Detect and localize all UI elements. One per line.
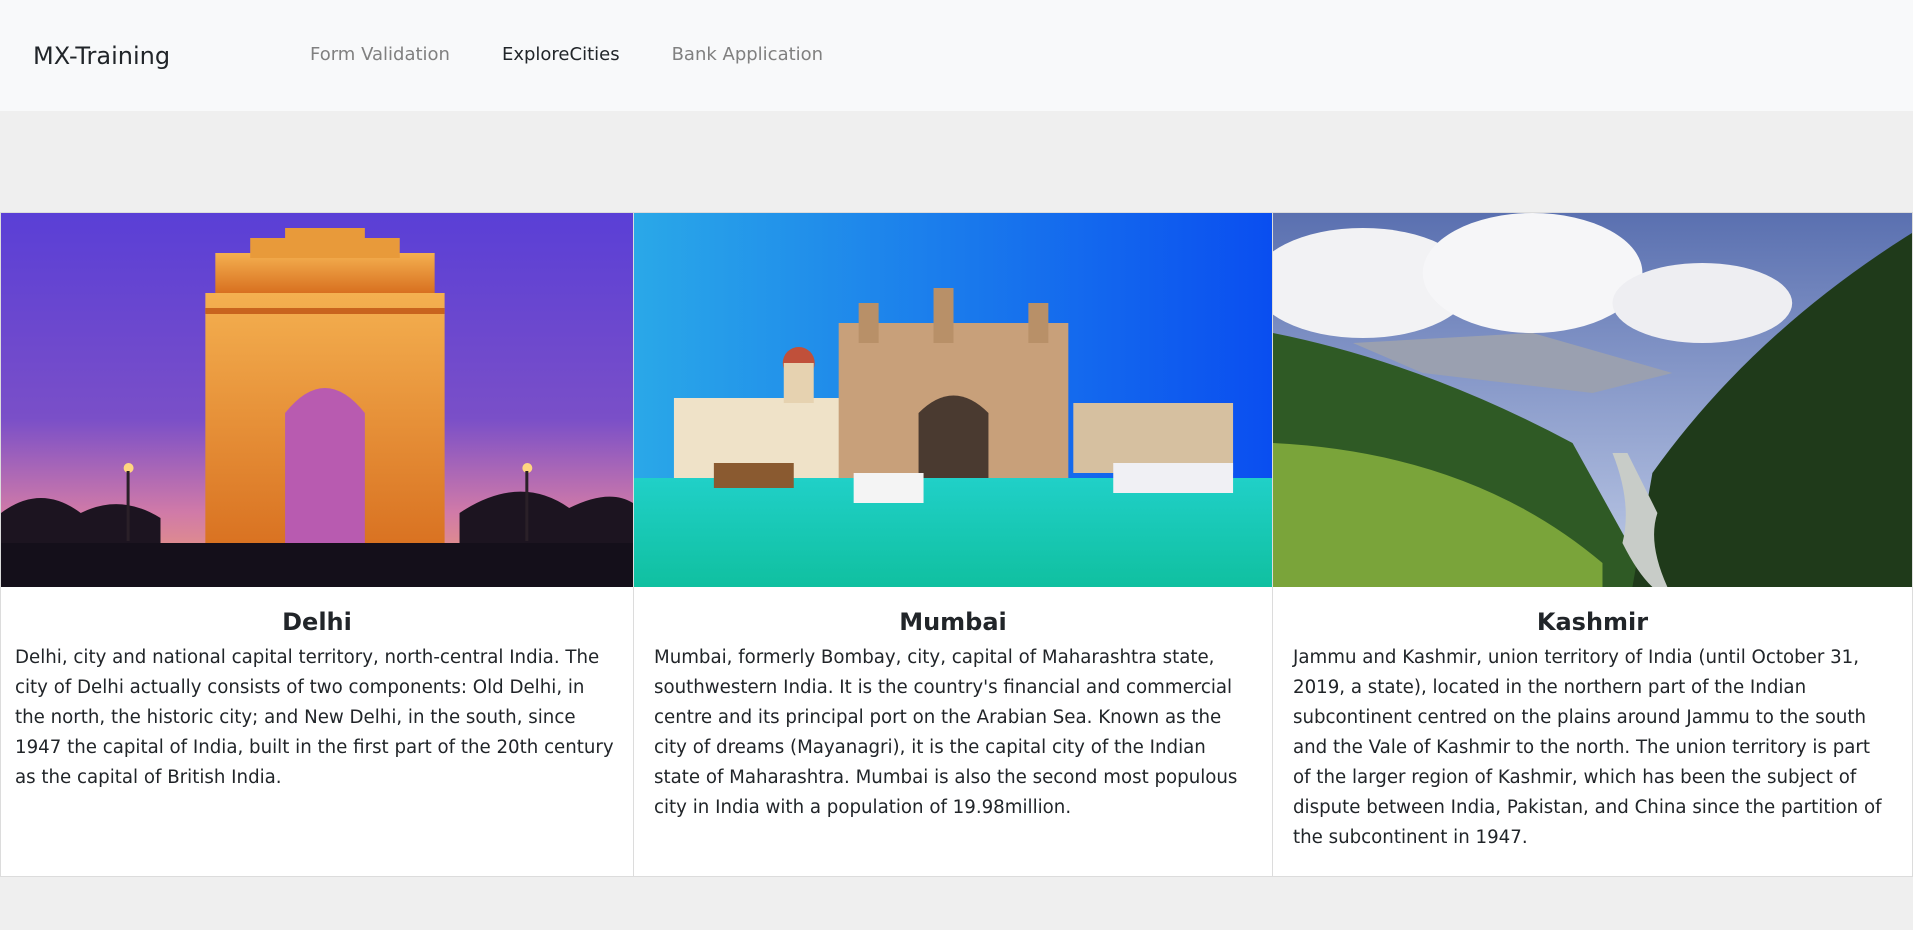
nav-link-form-validation[interactable]: Form Validation [310, 40, 450, 70]
city-card-kashmir: Kashmir Jammu and Kashmir, union territo… [1273, 212, 1913, 877]
city-description-delhi: Delhi, city and national capital territo… [15, 647, 614, 788]
kashmir-image [1273, 213, 1912, 587]
city-title-delhi: Delhi [282, 608, 352, 636]
city-card-mumbai: Mumbai Mumbai, formerly Bombay, city, ca… [634, 212, 1273, 877]
nav-link-explore-cities[interactable]: ExploreCities [502, 40, 620, 70]
city-title-kashmir: Kashmir [1536, 608, 1649, 636]
mumbai-image [634, 213, 1272, 587]
city-cards: Delhi Delhi, city and national capital t… [0, 212, 1913, 877]
delhi-image [1, 213, 633, 587]
city-title-mumbai: Mumbai [899, 608, 1007, 636]
nav-links: Form Validation ExploreCities Bank Appli… [310, 40, 875, 70]
brand-link[interactable]: MX-Training [33, 40, 170, 72]
navbar: MX-Training Form Validation ExploreCitie… [0, 0, 1913, 111]
nav-link-bank-application[interactable]: Bank Application [672, 40, 824, 70]
city-description-kashmir: Jammu and Kashmir, union territory of In… [1293, 647, 1882, 848]
city-card-delhi: Delhi Delhi, city and national capital t… [0, 212, 634, 877]
city-description-mumbai: Mumbai, formerly Bombay, city, capital o… [654, 647, 1238, 818]
